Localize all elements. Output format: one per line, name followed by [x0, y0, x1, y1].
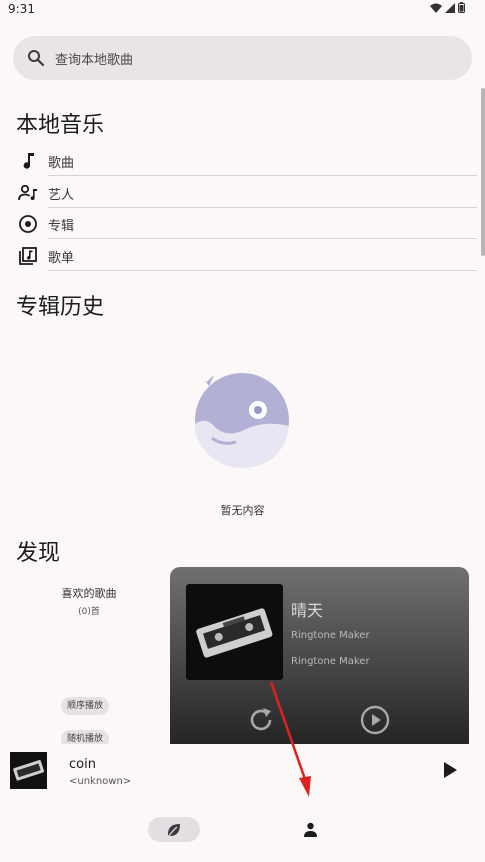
menu-label-songs: 歌曲: [48, 156, 75, 171]
annotation-arrow: [269, 681, 311, 797]
search-bar[interactable]: 查询本地歌曲: [13, 36, 472, 80]
local-music-title: 本地音乐: [16, 113, 105, 138]
status-icons: [430, 2, 465, 13]
menu-item-songs[interactable]: 歌曲: [16, 144, 477, 176]
scrollbar[interactable]: [481, 88, 485, 256]
play-icon[interactable]: [441, 761, 459, 779]
favorites-title[interactable]: 喜欢的歌曲: [16, 585, 162, 601]
leaf-icon[interactable]: [166, 822, 182, 838]
status-time: 9:31: [8, 2, 35, 16]
battery-icon: [458, 2, 465, 13]
card-subtitle-2: Ringtone Maker: [291, 656, 370, 667]
whale-empty-illustration: [195, 373, 289, 469]
artist-icon: [18, 184, 37, 201]
person-icon[interactable]: [303, 822, 318, 837]
mini-player[interactable]: coin <unknown>: [0, 744, 485, 800]
wifi-icon: [430, 3, 442, 13]
card-subtitle-1: Ringtone Maker: [291, 630, 370, 641]
menu-item-playlists[interactable]: 歌单: [16, 239, 477, 271]
sequential-play-chip[interactable]: 顺序播放: [61, 697, 110, 715]
playlist-icon: [19, 247, 37, 265]
menu-label-artists: 艺人: [48, 188, 75, 203]
album-cover: [186, 584, 283, 680]
music-note-icon: [23, 153, 34, 169]
menu-label-albums: 专辑: [48, 219, 75, 234]
favorites-count: (0)首: [78, 607, 100, 617]
cassette-thumbnail: [13, 760, 45, 781]
card-song-title: 晴天: [291, 601, 324, 620]
cassette-image: [196, 608, 273, 658]
search-icon: [28, 50, 45, 67]
discover-title: 发现: [16, 541, 61, 566]
play-circle-icon[interactable]: [359, 704, 391, 736]
divider: [48, 270, 477, 271]
player-cover: [10, 752, 47, 789]
player-title: coin: [69, 757, 96, 772]
menu-label-playlists: 歌单: [48, 251, 75, 266]
player-artist: <unknown>: [69, 776, 132, 787]
menu-item-artists[interactable]: 艺人: [16, 176, 477, 208]
empty-text: 暂无内容: [220, 504, 265, 517]
signal-icon: [445, 2, 455, 13]
album-history-title: 专辑历史: [16, 295, 105, 320]
menu-item-albums[interactable]: 专辑: [16, 207, 477, 239]
search-input[interactable]: 查询本地歌曲: [55, 49, 133, 68]
album-icon: [19, 215, 37, 233]
